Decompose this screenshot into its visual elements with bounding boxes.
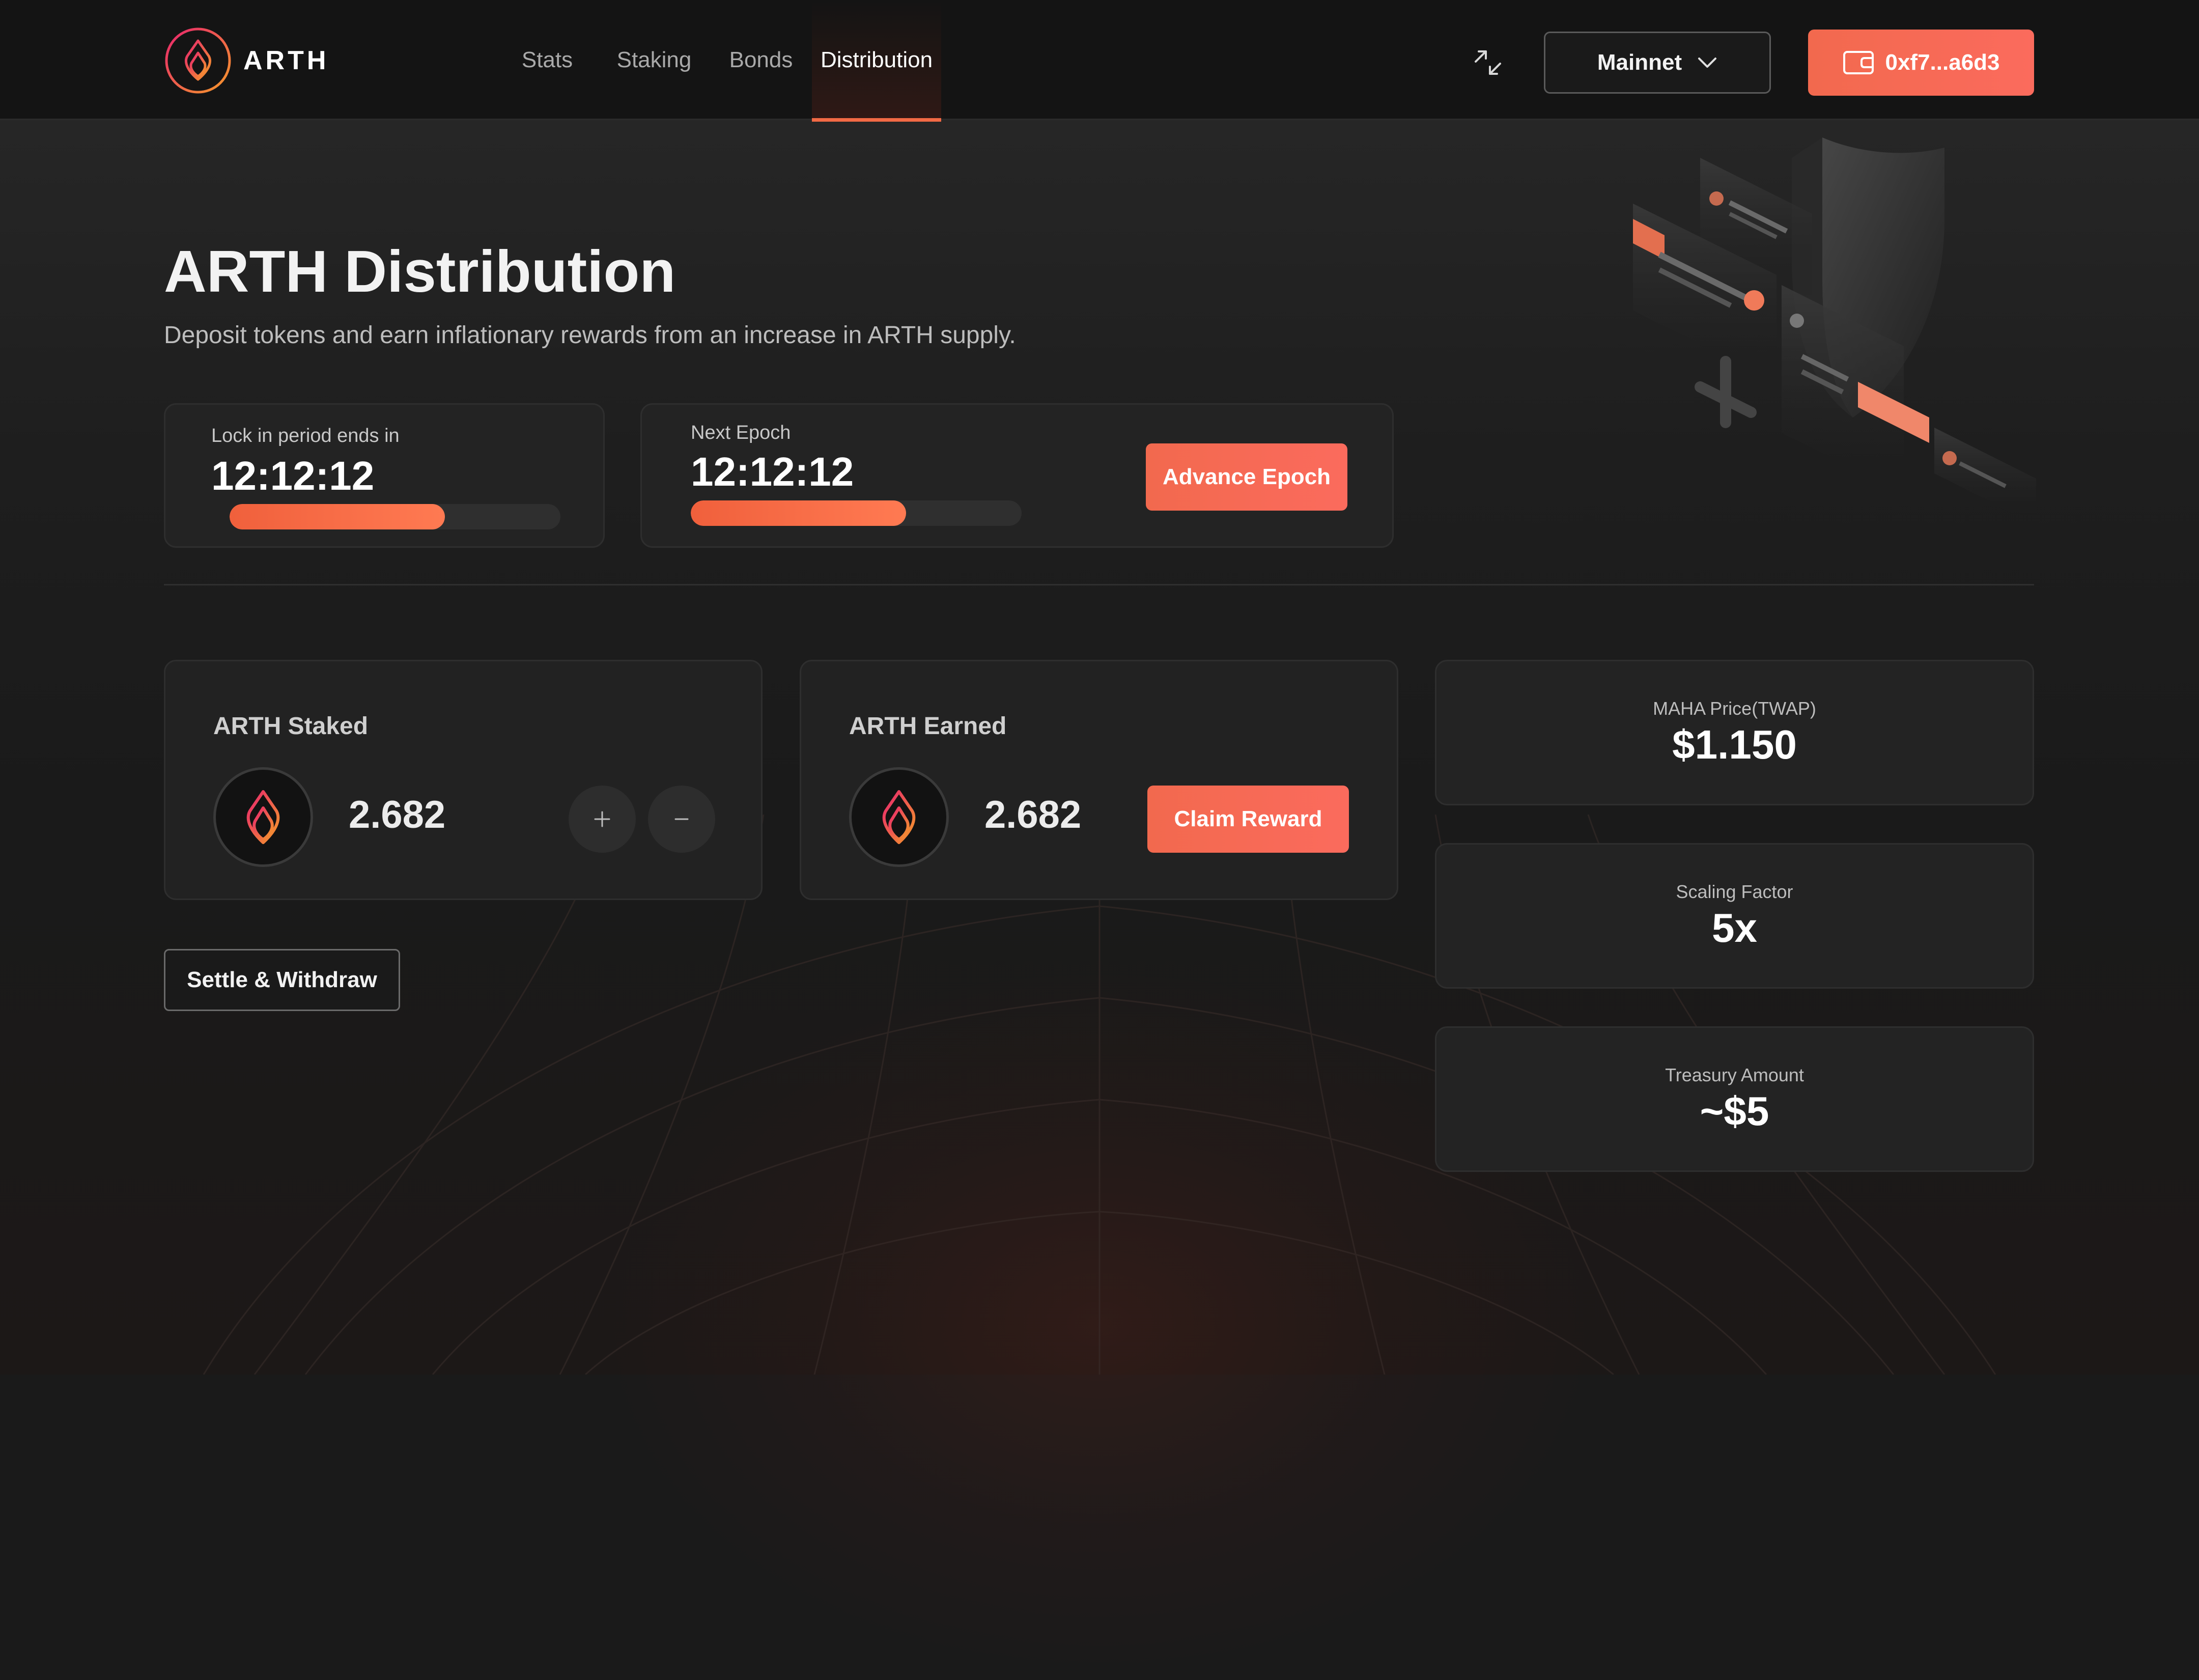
plus-icon [594, 811, 610, 827]
arth-token-avatar [849, 767, 949, 867]
main-nav: Stats Staking Bonds Distribution [504, 0, 941, 122]
hero-illustration [1633, 137, 2036, 524]
arth-logo-icon [165, 27, 231, 94]
lock-period-card: Lock in period ends in 12:12:12 [164, 403, 605, 548]
stake-plus-button[interactable] [569, 786, 636, 853]
network-select[interactable]: Mainnet [1544, 32, 1771, 94]
scaling-factor-value: 5x [1712, 905, 1757, 950]
page-title: ARTH Distribution [164, 238, 676, 304]
next-epoch-progress-track [691, 500, 1022, 526]
maha-price-label: MAHA Price(TWAP) [1653, 698, 1816, 719]
treasury-amount-label: Treasury Amount [1665, 1065, 1804, 1085]
wallet-button[interactable]: 0xf7...a6d3 [1808, 30, 2034, 96]
top-navigation-bar: ARTH Stats Staking Bonds Distribution Ma… [0, 0, 2199, 122]
arth-staked-title: ARTH Staked [213, 713, 369, 740]
minus-icon [674, 818, 689, 820]
lock-period-caption: Lock in period ends in [211, 425, 400, 446]
nav-item-stats[interactable]: Stats [504, 0, 590, 120]
arth-token-icon [246, 790, 280, 844]
chevron-down-icon [1698, 58, 1717, 68]
next-epoch-countdown: 12:12:12 [691, 449, 854, 494]
treasury-amount-card: Treasury Amount ~$5 [1435, 1026, 2034, 1172]
wallet-address: 0xf7...a6d3 [1885, 50, 2000, 75]
wallet-icon [1843, 51, 1874, 74]
arth-token-icon [882, 790, 916, 844]
next-epoch-caption: Next Epoch [691, 422, 791, 443]
claim-reward-button[interactable]: Claim Reward [1147, 786, 1349, 853]
scaling-factor-label: Scaling Factor [1676, 881, 1793, 902]
logo-text: ARTH [243, 46, 329, 75]
lock-period-progress-fill [230, 504, 445, 529]
section-divider [164, 584, 2034, 585]
advance-epoch-button[interactable]: Advance Epoch [1146, 443, 1347, 511]
arth-earned-card: ARTH Earned 2.682 Claim Reward [800, 660, 1398, 900]
arth-staked-amount: 2.682 [349, 793, 446, 836]
lock-period-countdown: 12:12:12 [211, 453, 375, 498]
treasury-amount-value: ~$5 [1700, 1088, 1769, 1134]
nav-item-bonds[interactable]: Bonds [718, 0, 804, 120]
nav-item-staking[interactable]: Staking [590, 0, 718, 120]
arth-token-avatar [213, 767, 313, 867]
next-epoch-progress-fill [691, 500, 906, 526]
arth-earned-title: ARTH Earned [849, 713, 1007, 740]
lock-period-progress-track [230, 504, 560, 529]
maha-price-card: MAHA Price(TWAP) $1.150 [1435, 660, 2034, 805]
network-label: Mainnet [1597, 50, 1682, 75]
arth-earned-amount: 2.682 [984, 793, 1082, 836]
scaling-factor-card: Scaling Factor 5x [1435, 843, 2034, 989]
expand-arrows-icon[interactable] [1474, 48, 1502, 77]
stake-minus-button[interactable] [648, 786, 715, 853]
settle-withdraw-button[interactable]: Settle & Withdraw [164, 949, 400, 1011]
nav-item-distribution[interactable]: Distribution [812, 0, 941, 122]
maha-price-value: $1.150 [1672, 722, 1797, 767]
next-epoch-card: Next Epoch 12:12:12 Advance Epoch [640, 403, 1394, 548]
arth-staked-card: ARTH Staked 2.682 [164, 660, 763, 900]
page-subtitle: Deposit tokens and earn inflationary rew… [164, 322, 1016, 349]
arth-logo-link[interactable]: ARTH [164, 26, 329, 95]
